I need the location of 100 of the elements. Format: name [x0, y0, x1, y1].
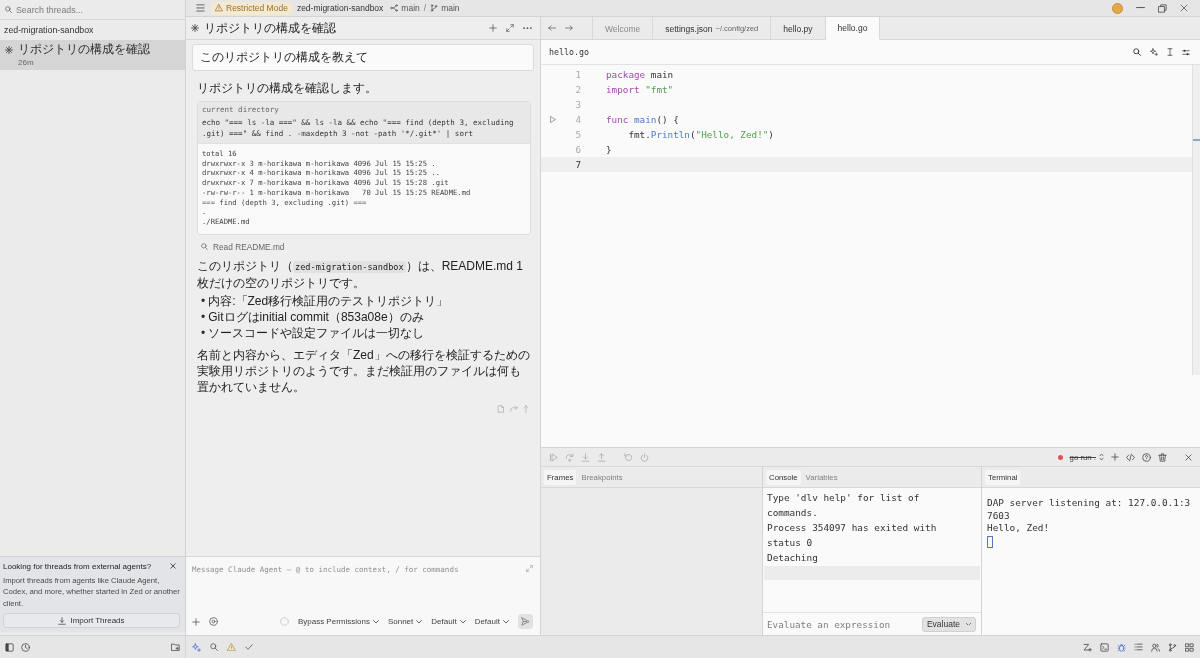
terminal-icon[interactable]: [1100, 642, 1109, 652]
project-name[interactable]: zed-migration-sandbox: [0, 20, 185, 40]
download-icon: [58, 616, 67, 625]
branch-icon: [430, 4, 439, 12]
option-dropdown[interactable]: Default: [431, 617, 466, 626]
search-icon[interactable]: [210, 643, 218, 651]
user-message[interactable]: このリポジトリの構成を教えて: [192, 44, 534, 71]
chevron-down-icon: [459, 619, 466, 624]
option-dropdown[interactable]: Default: [474, 617, 509, 626]
tool-call[interactable]: Read README.md: [197, 241, 285, 252]
mode-dropdown[interactable]: Bypass Permissions: [297, 617, 379, 626]
import-threads-button[interactable]: Import Threads: [3, 613, 180, 628]
branch-button[interactable]: main: [430, 3, 460, 13]
close-icon[interactable]: [1185, 453, 1192, 461]
chevron-down-icon: [416, 619, 423, 624]
restart-icon[interactable]: [624, 452, 633, 462]
sidebar-icon[interactable]: [5, 642, 14, 652]
console-line: Detaching: [767, 551, 819, 565]
sparkle-icon[interactable]: [1150, 48, 1158, 56]
code-line: fmt.Println("Hello, Zed!"): [627, 128, 774, 142]
status-dot-icon: [1057, 454, 1063, 460]
response-text: このリポジトリ（ zed-migration-sandbox ）は、README.md 1枚だけの空のリポジトリです。: [197, 257, 524, 291]
scrollbar[interactable]: [1192, 65, 1200, 375]
text-cursor-icon[interactable]: [1167, 48, 1173, 56]
search-field[interactable]: Search threads...: [16, 2, 180, 17]
console-line: Type 'dlv help' for list of commands.: [767, 491, 921, 520]
step-into-icon[interactable]: [581, 452, 590, 462]
line-number: 3: [574, 98, 581, 112]
menu-icon[interactable]: [196, 4, 205, 12]
chevron-down-icon: [372, 619, 379, 624]
console-line: Process 354097 has exited with status 0: [767, 521, 938, 550]
asterisk-icon: [5, 45, 13, 54]
ellipsis-icon[interactable]: [523, 26, 532, 30]
list-bullet: •: [201, 292, 206, 309]
code-line: }: [606, 143, 612, 157]
chevron-down-icon: [966, 622, 971, 626]
list-item-text: ソースコードや設定ファイルは一切なし: [208, 324, 425, 341]
zigzag-icon[interactable]: [1083, 642, 1092, 652]
list-bullet: •: [201, 324, 206, 341]
trash-icon[interactable]: [1158, 452, 1167, 462]
step-over-icon[interactable]: [565, 452, 574, 462]
layout-icon[interactable]: [1185, 642, 1194, 652]
line-number: 4: [574, 113, 581, 127]
check-icon[interactable]: [245, 644, 253, 650]
close-icon[interactable]: [170, 563, 176, 569]
asterisk-icon: [191, 24, 199, 32]
sliders-icon[interactable]: [1182, 48, 1190, 56]
line-number: 5: [574, 128, 581, 142]
model-dropdown[interactable]: Sonnet: [387, 617, 423, 626]
line-number: 6: [574, 143, 581, 157]
step-out-icon[interactable]: [597, 452, 606, 462]
close-icon[interactable]: [1180, 4, 1188, 12]
restricted-mode-button[interactable]: Restricted Mode: [211, 1, 292, 15]
fork-icon: [390, 4, 399, 12]
expand-icon[interactable]: [526, 565, 533, 572]
editor-tab[interactable]: hello.py: [771, 17, 826, 40]
send-button[interactable]: [518, 614, 533, 629]
clock-icon[interactable]: [21, 642, 30, 652]
play-icon[interactable]: [549, 116, 557, 123]
help-icon[interactable]: [1142, 452, 1151, 462]
code-line: package main: [606, 68, 674, 82]
warning-icon: [215, 4, 223, 12]
line-number: 1: [574, 68, 581, 82]
list-icon[interactable]: [1134, 643, 1143, 651]
document-icon[interactable]: [497, 404, 505, 413]
warning-icon[interactable]: [227, 642, 236, 652]
editor-tab[interactable]: hello.go: [825, 17, 881, 40]
response-text: 名前と内容から、エディタ「Zed」への移行を検証するための実験用リポジトリのようです。まだ検証用のファイルは何も置かれていません。: [197, 346, 531, 395]
bug-icon[interactable]: [1117, 642, 1126, 652]
plus-icon[interactable]: [489, 24, 497, 32]
expression-field[interactable]: Evaluate an expression: [767, 618, 918, 630]
chevron-up-down-icon: [1099, 453, 1104, 461]
file-breadcrumb[interactable]: hello.go: [549, 47, 589, 57]
folder-plus-icon[interactable]: [171, 642, 180, 652]
code-line: import "fmt": [606, 83, 674, 97]
users-icon[interactable]: [1151, 642, 1160, 652]
project-button[interactable]: zed-migration-sandbox: [296, 3, 384, 13]
chevron-down-icon: [503, 619, 509, 624]
list-item-text: Gitログはinitial commit（853a08e）のみ: [208, 308, 424, 325]
spinner-icon: [279, 617, 289, 626]
restore-icon[interactable]: [1158, 3, 1167, 13]
search-icon[interactable]: [1133, 48, 1141, 56]
avatar[interactable]: [1112, 2, 1123, 14]
target-icon[interactable]: [209, 617, 218, 626]
line-number: 2: [574, 83, 581, 97]
minimize-icon[interactable]: [1136, 7, 1145, 9]
response-text: リポジトリの構成を確認します。: [197, 80, 378, 96]
evaluate-button[interactable]: Evaluate: [921, 616, 976, 632]
expand-icon[interactable]: [506, 24, 514, 32]
list-bullet: •: [201, 308, 206, 325]
branch-icon[interactable]: [1168, 642, 1177, 652]
sparkle-icon[interactable]: [192, 642, 201, 652]
plus-icon[interactable]: [1111, 453, 1119, 461]
power-icon[interactable]: [640, 452, 649, 462]
worktree-button[interactable]: main: [390, 3, 420, 13]
thread-item[interactable]: リポジトリの構成を確認 26m: [0, 40, 185, 70]
arrow-right-icon[interactable]: [565, 25, 573, 31]
arrow-left-icon[interactable]: [548, 25, 556, 31]
code-icon[interactable]: [1126, 452, 1135, 462]
plus-icon[interactable]: [192, 617, 200, 626]
